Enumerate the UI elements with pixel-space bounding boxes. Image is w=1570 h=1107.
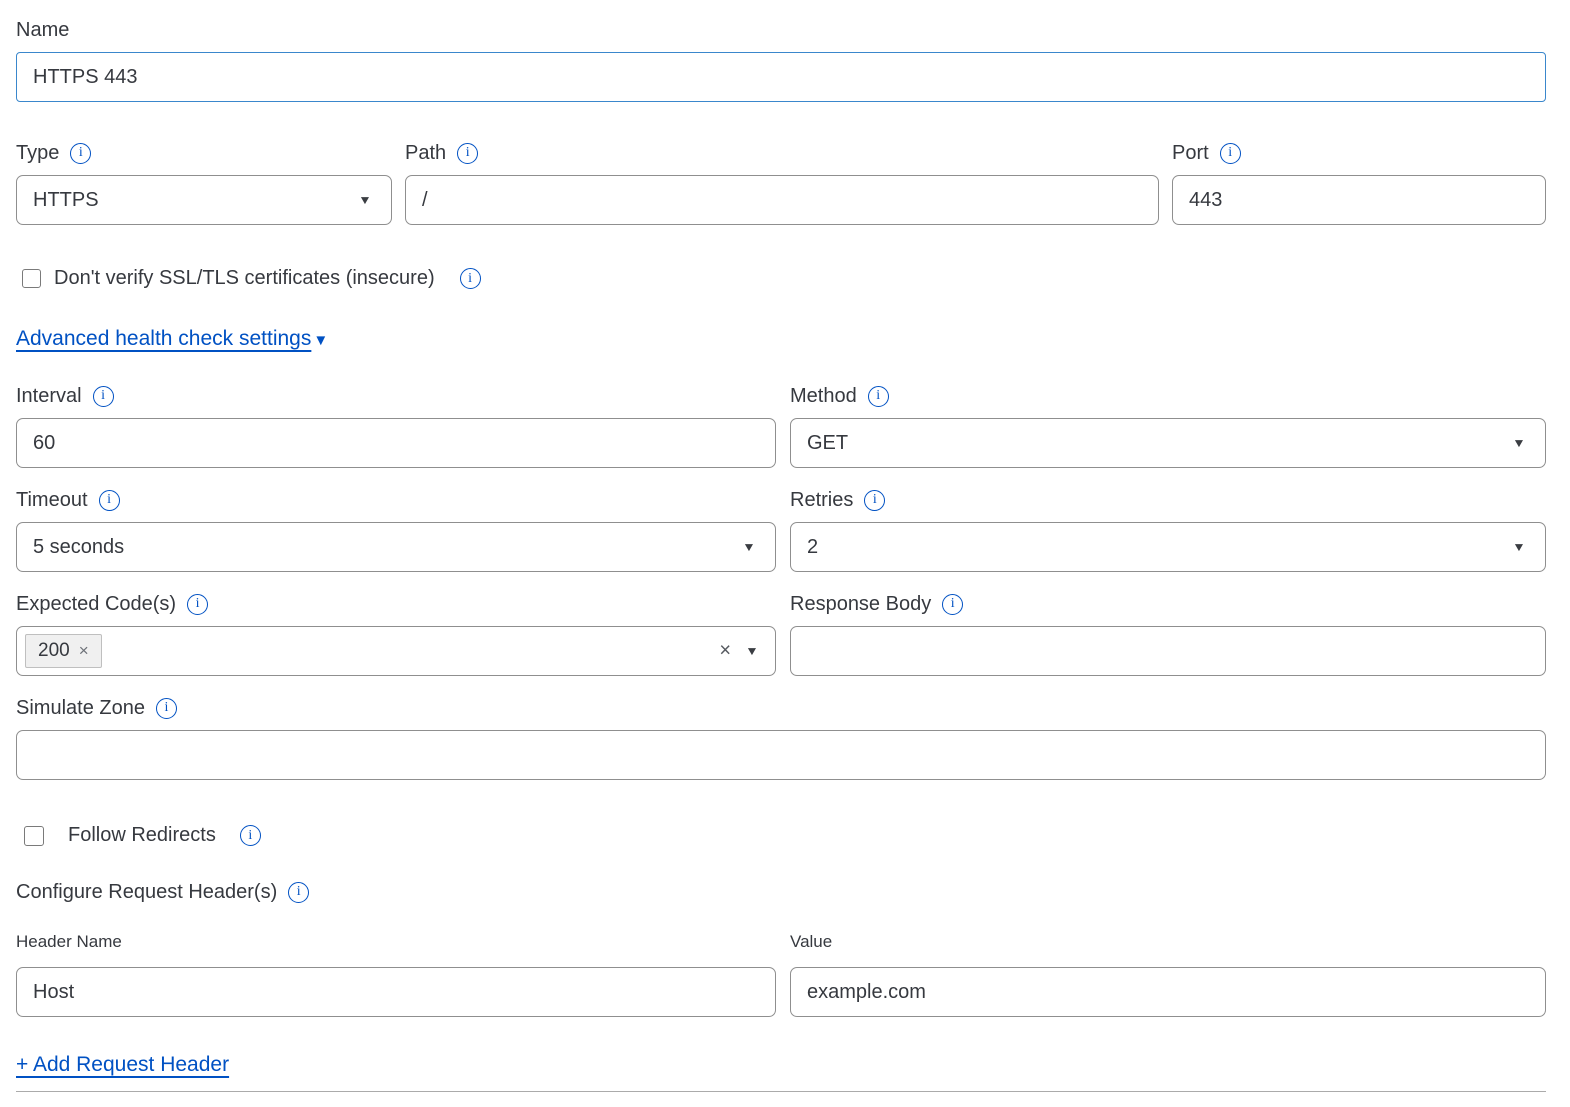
expected-codes-field: Expected Code(s) i 200 × × ▼ <box>16 592 776 676</box>
add-request-header-link[interactable]: + Add Request Header <box>16 1052 229 1078</box>
type-select[interactable]: HTTPS ▼ <box>16 175 392 225</box>
info-icon[interactable]: i <box>99 490 120 511</box>
advanced-settings-grid: Interval i Method i GET ▼ Timeout i 5 se… <box>16 384 1546 676</box>
retries-select-value: 2 <box>807 536 818 559</box>
chevron-down-icon: ▼ <box>742 540 756 554</box>
method-label-text: Method <box>790 384 857 408</box>
section-divider <box>16 1091 1546 1092</box>
info-icon[interactable]: i <box>460 268 481 289</box>
type-field: Type i HTTPS ▼ <box>16 141 392 225</box>
name-label-text: Name <box>16 18 69 42</box>
advanced-settings-link-text: Advanced health check settings <box>16 326 311 352</box>
add-request-header-link-text: + Add Request Header <box>16 1052 229 1078</box>
info-icon[interactable]: i <box>288 882 309 903</box>
follow-redirects-row: Follow Redirects i <box>16 824 1546 847</box>
tag-remove-icon[interactable]: × <box>79 641 89 661</box>
simulate-zone-input[interactable] <box>16 730 1546 780</box>
retries-field: Retries i 2 ▼ <box>790 488 1546 572</box>
expected-code-tag-text: 200 <box>38 640 70 662</box>
retries-label: Retries i <box>790 488 1546 512</box>
path-field: Path i <box>405 141 1159 225</box>
interval-field: Interval i <box>16 384 776 468</box>
info-icon[interactable]: i <box>70 143 91 164</box>
header-name-input[interactable] <box>16 967 776 1017</box>
type-label: Type i <box>16 141 392 165</box>
info-icon[interactable]: i <box>187 594 208 615</box>
timeout-select[interactable]: 5 seconds ▼ <box>16 522 776 572</box>
port-label: Port i <box>1172 141 1546 165</box>
simulate-zone-label-text: Simulate Zone <box>16 696 145 720</box>
chevron-down-icon: ▼ <box>745 644 759 658</box>
info-icon[interactable]: i <box>942 594 963 615</box>
verify-ssl-row: Don't verify SSL/TLS certificates (insec… <box>16 267 1546 290</box>
clear-icon[interactable]: × <box>719 640 731 663</box>
path-input[interactable] <box>405 175 1159 225</box>
health-check-form: Name Type i HTTPS ▼ Path i Port i <box>0 0 1570 1092</box>
response-body-label-text: Response Body <box>790 592 931 616</box>
port-field: Port i <box>1172 141 1546 225</box>
response-body-field: Response Body i <box>790 592 1546 676</box>
chevron-down-icon: ▼ <box>1512 436 1526 450</box>
type-path-port-row: Type i HTTPS ▼ Path i Port i <box>16 141 1546 225</box>
triangle-down-icon: ▼ <box>313 332 328 349</box>
timeout-field: Timeout i 5 seconds ▼ <box>16 488 776 572</box>
header-value-column-label: Value <box>790 931 1546 952</box>
path-label: Path i <box>405 141 1159 165</box>
request-headers-section-label: Configure Request Header(s) i <box>16 880 1546 904</box>
method-field: Method i GET ▼ <box>790 384 1546 468</box>
header-value-field: Value <box>790 931 1546 1017</box>
interval-input[interactable] <box>16 418 776 468</box>
timeout-label-text: Timeout <box>16 488 88 512</box>
method-select[interactable]: GET ▼ <box>790 418 1546 468</box>
header-name-field: Header Name <box>16 931 776 1017</box>
request-headers-section-label-text: Configure Request Header(s) <box>16 880 277 904</box>
expected-codes-label-text: Expected Code(s) <box>16 592 176 616</box>
advanced-settings-link[interactable]: Advanced health check settings <box>16 326 311 352</box>
port-input[interactable] <box>1172 175 1546 225</box>
type-label-text: Type <box>16 141 59 165</box>
info-icon[interactable]: i <box>1220 143 1241 164</box>
response-body-label: Response Body i <box>790 592 1546 616</box>
info-icon[interactable]: i <box>156 698 177 719</box>
expected-codes-multiselect[interactable]: 200 × × ▼ <box>16 626 776 676</box>
path-label-text: Path <box>405 141 446 165</box>
port-label-text: Port <box>1172 141 1209 165</box>
simulate-zone-label: Simulate Zone i <box>16 696 1546 720</box>
expected-codes-label: Expected Code(s) i <box>16 592 776 616</box>
name-input[interactable] <box>16 52 1546 102</box>
advanced-settings-section: Advanced health check settings ▼ <box>16 326 1546 352</box>
info-icon[interactable]: i <box>864 490 885 511</box>
request-header-row: Header Name Value <box>16 931 1546 1017</box>
verify-ssl-checkbox[interactable] <box>22 269 41 288</box>
name-field: Name <box>16 18 1546 102</box>
simulate-zone-field: Simulate Zone i <box>16 696 1546 780</box>
type-select-value: HTTPS <box>33 189 99 212</box>
chevron-down-icon: ▼ <box>1512 540 1526 554</box>
retries-select[interactable]: 2 ▼ <box>790 522 1546 572</box>
follow-redirects-checkbox[interactable] <box>24 826 44 846</box>
info-icon[interactable]: i <box>457 143 478 164</box>
verify-ssl-label: Don't verify SSL/TLS certificates (insec… <box>54 267 435 290</box>
header-value-input[interactable] <box>790 967 1546 1017</box>
chevron-down-icon: ▼ <box>358 193 372 207</box>
interval-label: Interval i <box>16 384 776 408</box>
method-label: Method i <box>790 384 1546 408</box>
name-label: Name <box>16 18 1546 42</box>
header-name-column-label: Header Name <box>16 931 776 952</box>
retries-label-text: Retries <box>790 488 853 512</box>
method-select-value: GET <box>807 432 848 455</box>
add-request-header-section: + Add Request Header <box>16 1052 1546 1078</box>
info-icon[interactable]: i <box>93 386 114 407</box>
info-icon[interactable]: i <box>868 386 889 407</box>
interval-label-text: Interval <box>16 384 82 408</box>
response-body-input[interactable] <box>790 626 1546 676</box>
timeout-select-value: 5 seconds <box>33 536 124 559</box>
info-icon[interactable]: i <box>240 825 261 846</box>
expected-code-tag: 200 × <box>25 634 102 668</box>
timeout-label: Timeout i <box>16 488 776 512</box>
follow-redirects-label: Follow Redirects <box>68 824 216 847</box>
